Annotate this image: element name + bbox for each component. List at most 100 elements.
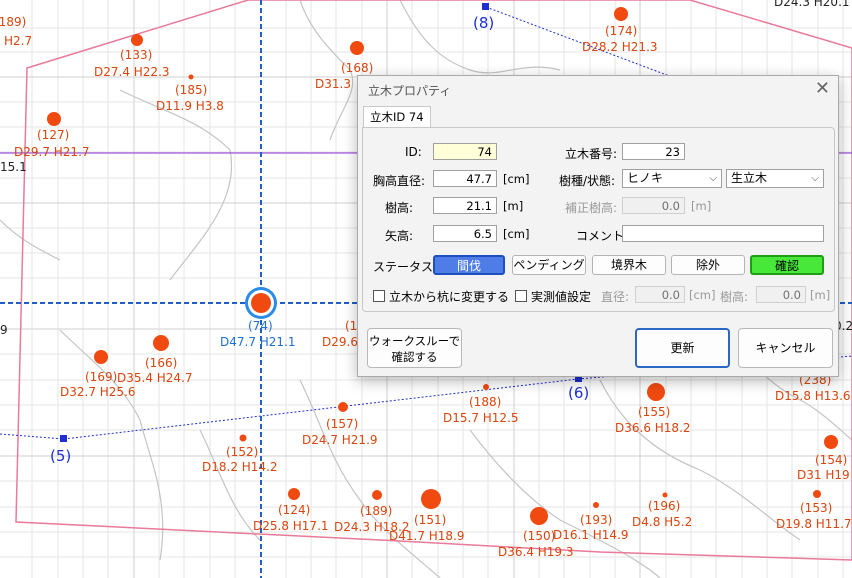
tree-marker bbox=[421, 489, 441, 509]
tree-number-field[interactable]: 23 bbox=[622, 143, 685, 160]
tree-id: (189) bbox=[0, 15, 26, 29]
tree-dh: D18.2 H14.2 bbox=[202, 460, 278, 474]
tree-id: (152) bbox=[226, 445, 258, 459]
tree-id: (124) bbox=[278, 503, 310, 517]
tree-id: (169) bbox=[85, 370, 117, 384]
dbh-unit: [cm] bbox=[503, 172, 530, 186]
tree-dh: D29.6 bbox=[322, 335, 358, 349]
stake-marker bbox=[60, 435, 67, 442]
status-confirm-button[interactable]: 確認 bbox=[750, 255, 824, 275]
tree-marker bbox=[188, 74, 194, 80]
stake-label: (5) bbox=[50, 447, 71, 465]
tree-marker bbox=[350, 41, 364, 55]
walkthrough-line1: ウォークスルーで bbox=[369, 334, 460, 348]
tree-dh: D28.2 H21.3 bbox=[582, 40, 658, 54]
tree-marker bbox=[239, 434, 247, 442]
dialog-titlebar[interactable]: 立木プロパティ ✕ bbox=[358, 76, 838, 104]
tree-marker bbox=[372, 490, 382, 500]
properties-panel: ID: 74 立木番号: 23 胸高直径: 47.7 [cm] 樹種/状態: ヒ… bbox=[362, 127, 835, 312]
comment-field[interactable] bbox=[622, 225, 824, 242]
measured-value-checkbox[interactable] bbox=[515, 290, 527, 302]
tree-marker bbox=[153, 335, 169, 351]
tree-id: (185) bbox=[175, 83, 207, 97]
species-select[interactable]: ヒノキ ⌵ bbox=[622, 169, 722, 188]
corrected-height-field: 0.0 bbox=[622, 197, 685, 214]
walkthrough-line2: 確認する bbox=[391, 350, 438, 364]
state-value: 生立木 bbox=[731, 171, 768, 185]
tree-properties-dialog: 立木プロパティ ✕ 立木ID 74 ID: 74 立木番号: 23 胸高直径: … bbox=[357, 75, 839, 377]
tree-dh: D19.8 H11.7 bbox=[776, 517, 852, 531]
tree-dh: D24.3 H20.1 bbox=[774, 0, 850, 9]
tree-id: (196) bbox=[648, 499, 680, 513]
measured-dbh-label: 直径: bbox=[601, 290, 630, 304]
height-label: 樹高: bbox=[385, 201, 414, 215]
tab-tree-id[interactable]: 立木ID 74 bbox=[363, 106, 431, 127]
tree-id: (188) bbox=[469, 395, 501, 409]
tree-id: (127) bbox=[37, 128, 69, 142]
tree-dh: D31 H19 bbox=[797, 468, 850, 482]
dbh-field[interactable]: 47.7 bbox=[433, 170, 497, 187]
species-value: ヒノキ bbox=[627, 171, 664, 185]
tree-marker bbox=[288, 488, 300, 500]
tree-dh: D11.9 H3.8 bbox=[156, 99, 224, 113]
cancel-button[interactable]: キャンセル bbox=[738, 328, 833, 368]
tree-id: (155) bbox=[638, 405, 670, 419]
status-label: ステータス: bbox=[373, 260, 438, 274]
species-label: 樹種/状態: bbox=[559, 174, 616, 188]
tree-dh: D4.8 H5.2 bbox=[632, 515, 692, 529]
tree-dh: D25.8 H17.1 bbox=[253, 519, 329, 533]
tree-marker bbox=[662, 492, 668, 498]
tree-dh: D36.6 H18.2 bbox=[615, 421, 691, 435]
tree-dh: D16.1 H14.9 bbox=[553, 528, 629, 542]
id-label: ID: bbox=[405, 145, 422, 159]
stake-label: (6) bbox=[568, 384, 589, 402]
tree-dh: D31.3 bbox=[315, 77, 351, 91]
measured-height-unit: [m] bbox=[810, 288, 831, 302]
chevron-down-icon: ⌵ bbox=[709, 173, 717, 184]
close-icon[interactable]: ✕ bbox=[815, 78, 830, 99]
tree-marker bbox=[614, 7, 628, 21]
tree-marker bbox=[483, 384, 489, 390]
tree-marker bbox=[47, 112, 61, 126]
tree-dh: H2.7 bbox=[4, 34, 32, 48]
arrow-height-field[interactable]: 6.5 bbox=[433, 225, 497, 242]
tree-id: (151) bbox=[414, 513, 446, 527]
tree-marker bbox=[824, 435, 838, 449]
change-to-stake-label: 立木から杭に変更する bbox=[389, 290, 510, 304]
walkthrough-confirm-button[interactable]: ウォークスルーで 確認する bbox=[367, 328, 462, 368]
tree-dh: 9 bbox=[0, 323, 8, 337]
arrow-height-label: 矢高: bbox=[385, 229, 414, 243]
stake-marker bbox=[482, 3, 489, 10]
dialog-title: 立木プロパティ bbox=[368, 84, 452, 98]
status-boundary-tree-button[interactable]: 境界木 bbox=[592, 255, 666, 275]
tree-id: (1 bbox=[345, 319, 357, 333]
tree-marker bbox=[94, 350, 108, 364]
height-field[interactable]: 21.1 bbox=[433, 197, 497, 214]
tree-dh: D15.8 H13.6 bbox=[775, 389, 851, 403]
tree-dh: D41.7 H18.9 bbox=[389, 529, 465, 543]
stake-label: (8) bbox=[473, 14, 494, 32]
tree-dh: D27.4 H22.3 bbox=[94, 65, 170, 79]
tree-number-label: 立木番号: bbox=[565, 147, 618, 161]
tree-marker bbox=[131, 34, 143, 46]
tree-id: (133) bbox=[120, 48, 152, 62]
tree-id: (189) bbox=[360, 504, 392, 518]
update-button[interactable]: 更新 bbox=[635, 328, 730, 368]
measured-dbh-unit: [cm] bbox=[689, 288, 716, 302]
tree-marker bbox=[338, 402, 348, 412]
dbh-label: 胸高直径: bbox=[373, 174, 426, 188]
tree-id: (166) bbox=[145, 356, 177, 370]
status-thinning-button[interactable]: 間伐 bbox=[433, 255, 505, 275]
tree-dh: 15.1 bbox=[0, 160, 27, 174]
id-field[interactable]: 74 bbox=[433, 143, 497, 160]
measured-dbh-field: 0.0 bbox=[635, 286, 685, 303]
status-exclude-button[interactable]: 除外 bbox=[671, 255, 745, 275]
arrow-height-unit: [cm] bbox=[503, 227, 530, 241]
state-select[interactable]: 生立木 ⌵ bbox=[726, 169, 824, 188]
tree-id: (193) bbox=[580, 513, 612, 527]
tree-dh: D47.7 H21.1 bbox=[220, 335, 296, 349]
change-to-stake-checkbox[interactable] bbox=[373, 290, 385, 302]
height-unit: [m] bbox=[503, 199, 524, 213]
measured-height-label: 樹高: bbox=[720, 290, 749, 304]
status-pending-button[interactable]: ペンディング bbox=[512, 255, 586, 275]
